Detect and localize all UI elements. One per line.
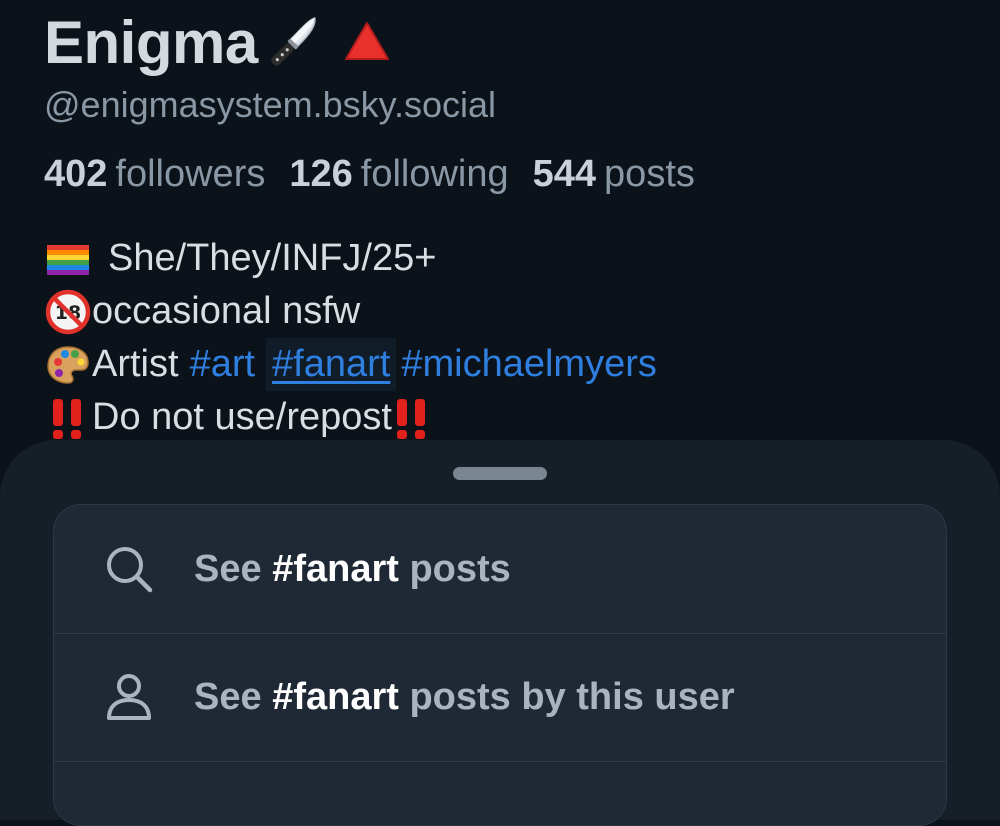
- following-label: following: [360, 153, 509, 195]
- no-one-under-eighteen-icon: 18: [44, 288, 92, 336]
- followers-stat[interactable]: 402 followers: [44, 153, 265, 196]
- following-stat[interactable]: 126 following: [289, 153, 508, 196]
- see-hashtag-posts-by-user-label: See #fanart posts by this user: [194, 676, 735, 719]
- see-hashtag-posts-by-user-button[interactable]: See #fanart posts by this user: [54, 633, 946, 762]
- bottom-sheet: See #fanart posts See #fanart posts by t…: [0, 440, 1000, 826]
- label-suffix: posts: [409, 547, 511, 590]
- sheet-drag-handle[interactable]: [453, 467, 547, 480]
- name-row: Enigma: [44, 6, 392, 78]
- bio-line-nsfw: 18 occasional nsfw: [44, 285, 657, 338]
- followers-count: 402: [44, 153, 108, 195]
- profile-handle: @enigmasystem.bsky.social: [44, 84, 497, 125]
- label-prefix: See: [194, 675, 262, 718]
- following-count: 126: [289, 153, 353, 195]
- hashtag-menu: See #fanart posts See #fanart posts by t…: [53, 504, 947, 826]
- label-suffix: posts by this user: [409, 675, 735, 718]
- artist-palette-icon: [44, 341, 92, 389]
- double-exclamation-icon: [392, 394, 440, 442]
- hashtag-fanart-link[interactable]: #fanart: [266, 338, 397, 391]
- person-icon: [104, 672, 154, 722]
- bio-repost-text: Do not use/repost: [92, 396, 392, 438]
- posts-count: 544: [532, 153, 597, 195]
- hashtag-michaelmyers-link[interactable]: #michaelmyers: [401, 338, 657, 391]
- see-hashtag-posts-label: See #fanart posts: [194, 548, 511, 591]
- double-exclamation-icon: [44, 394, 92, 442]
- kitchen-knife-icon: [262, 9, 328, 75]
- bio-line-pronouns: She/They/INFJ/25+: [44, 232, 657, 285]
- hashtag-art-link[interactable]: #art: [190, 338, 255, 391]
- posts-label: posts: [604, 153, 695, 195]
- label-prefix: See: [194, 547, 262, 590]
- label-tag: #fanart: [272, 547, 399, 590]
- display-name: Enigma: [44, 8, 258, 76]
- search-icon: [104, 544, 154, 594]
- posts-stat: 544 posts: [533, 153, 695, 196]
- bio-pronouns-text: She/They/INFJ/25+: [108, 237, 437, 279]
- red-triangle-icon: [342, 17, 392, 67]
- see-hashtag-posts-button[interactable]: See #fanart posts: [54, 505, 946, 634]
- label-tag: #fanart: [272, 675, 399, 718]
- bio-line-repost: Do not use/repost: [44, 391, 657, 444]
- rainbow-flag-icon: [44, 235, 92, 283]
- profile-bio: She/They/INFJ/25+ 18 occasional nsfw: [44, 232, 657, 444]
- bio-nsfw-text: occasional nsfw: [92, 290, 361, 332]
- bio-artist-text: Artist: [92, 343, 179, 385]
- profile-stats: 402 followers 126 following 544 posts: [44, 153, 695, 196]
- followers-label: followers: [115, 153, 266, 195]
- bio-line-artist: Artist #art #fanart #michaelmyers: [44, 338, 657, 391]
